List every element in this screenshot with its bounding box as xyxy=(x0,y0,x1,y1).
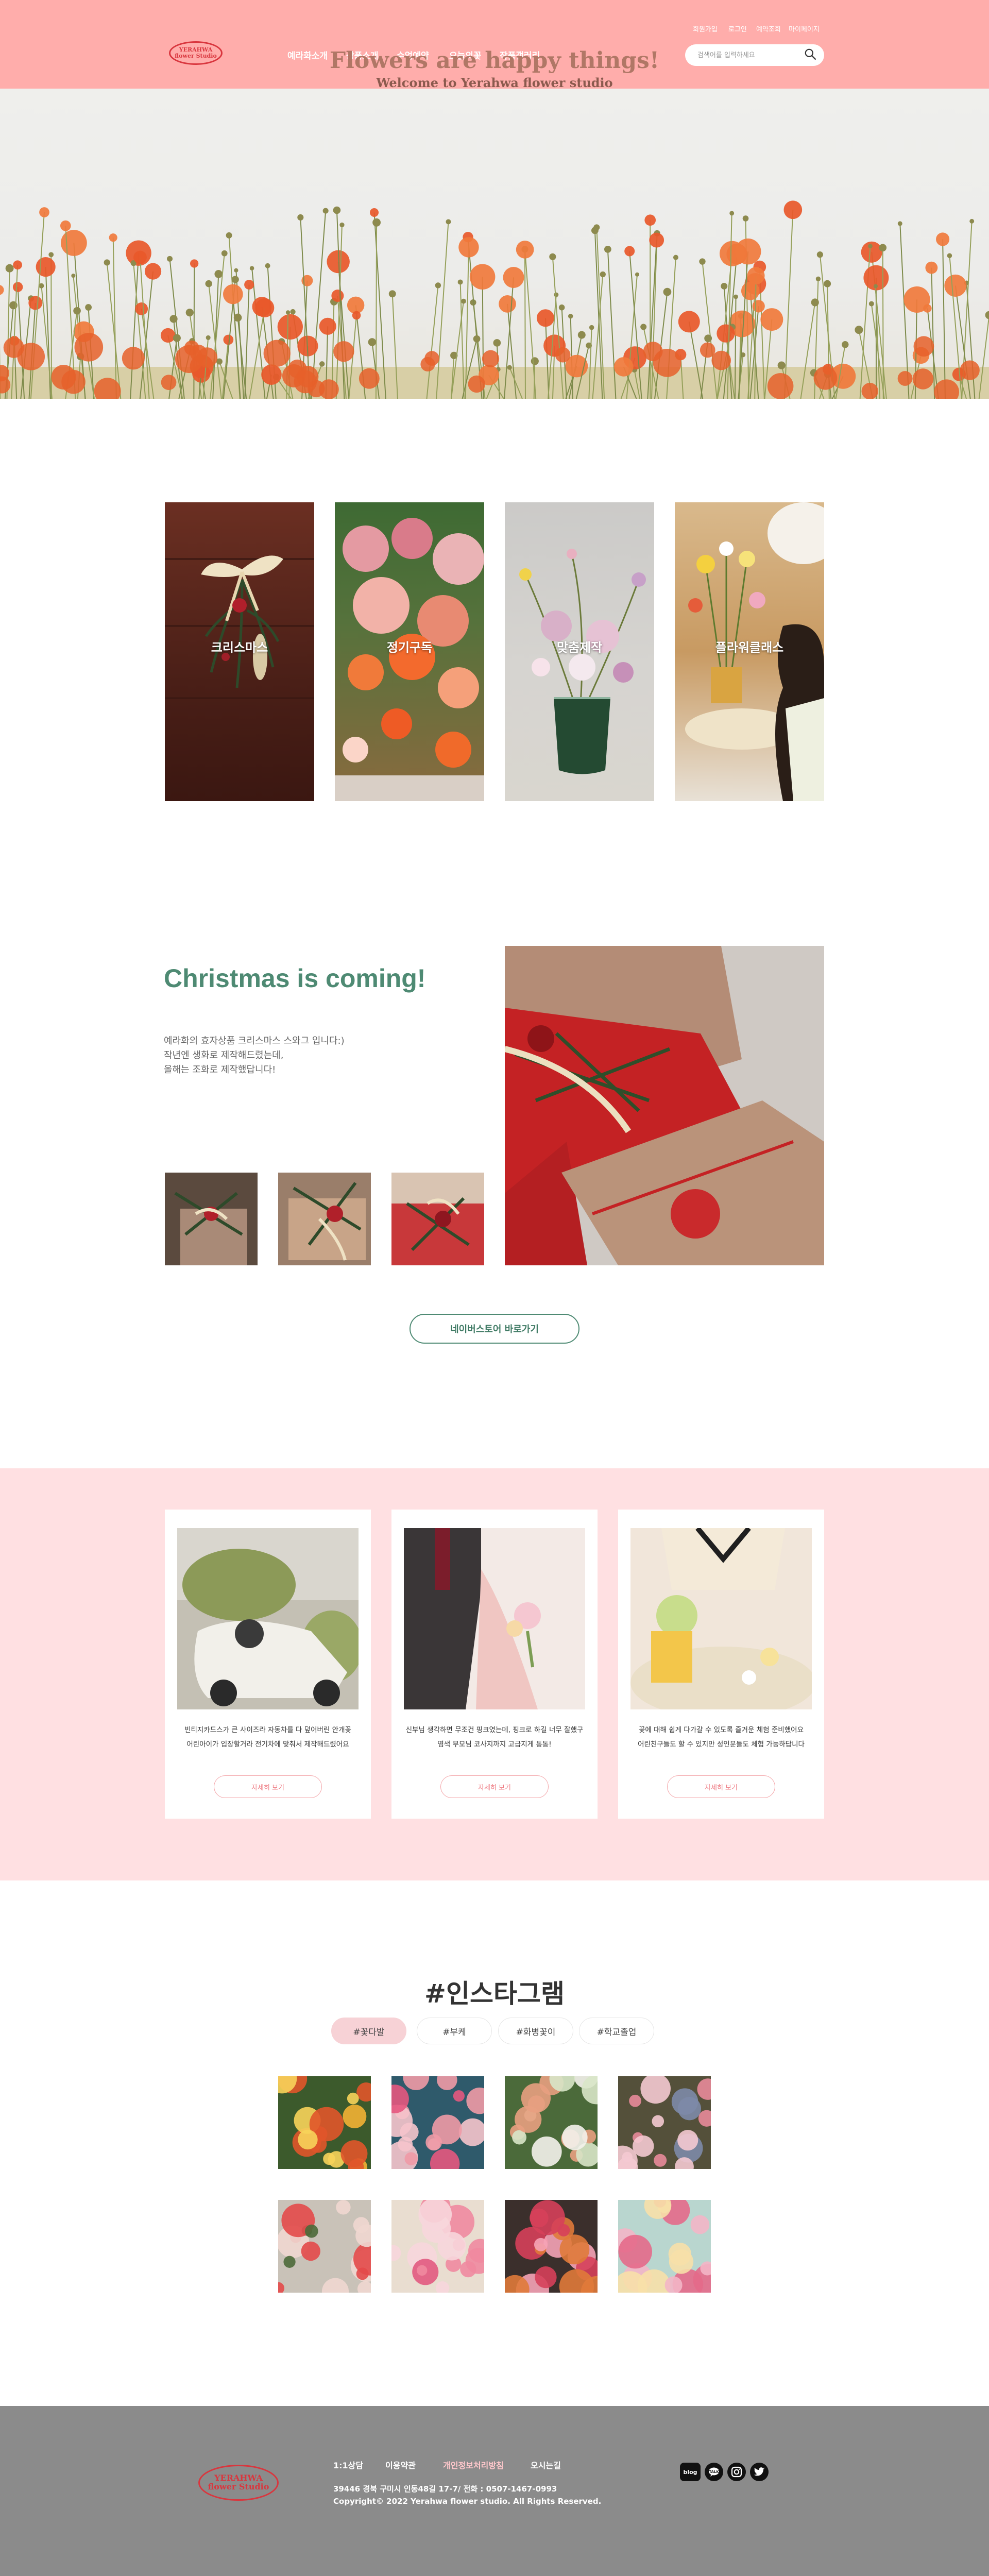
card-photo xyxy=(630,1528,812,1709)
detail-button[interactable]: 자세히 보기 xyxy=(214,1775,322,1798)
card-description-line: 빈티지카드스가 큰 사이즈라 자동차를 다 덮어버린 안개꽃 xyxy=(184,1726,351,1734)
footer-logo[interactable]: YERAHWA flower Studio xyxy=(198,2465,279,2501)
instagram-post[interactable] xyxy=(278,2076,371,2169)
card-photo xyxy=(404,1528,585,1709)
swag-gift-image xyxy=(391,1173,484,1251)
tag-bridal[interactable]: #부케 xyxy=(417,2018,492,2044)
instagram-post-image xyxy=(278,2200,371,2293)
category-flower-class[interactable]: 플라워클래스 xyxy=(675,502,824,801)
mypage-link[interactable]: 마이페이지 xyxy=(789,24,820,33)
login-link[interactable]: 로그인 xyxy=(728,24,747,33)
blog-icon[interactable]: blog xyxy=(680,2463,701,2481)
instagram-post[interactable] xyxy=(618,2200,711,2293)
instagram-post-image xyxy=(509,2076,598,2167)
footer-link-consult[interactable]: 1:1상담 xyxy=(333,2459,363,2471)
christmas-description-line: 예라화의 효자상품 크리스마스 스와그 입니다:) xyxy=(164,1036,345,1046)
tag-graduation[interactable]: #학교졸업 xyxy=(579,2018,654,2044)
poppy-field-image xyxy=(0,200,989,399)
review-card: 꽃에 대해 쉽게 다가갈 수 있도록 즐거운 체험 준비했어요 어린친구들도 할… xyxy=(618,1510,824,1819)
gift-box-image xyxy=(505,946,824,1265)
category-label: 맞춤제작 xyxy=(556,640,603,655)
instagram-post-image xyxy=(618,2076,711,2169)
instagram-post[interactable] xyxy=(391,2076,484,2169)
footer-link-terms[interactable]: 이용약관 xyxy=(385,2459,416,2471)
instagram-post[interactable] xyxy=(505,2200,598,2293)
instagram-title: #인스타그램 xyxy=(424,1979,565,2009)
naver-store-button[interactable]: 네이버스토어 바로가기 xyxy=(410,1314,579,1344)
instagram-post-image xyxy=(391,2076,484,2169)
reservation-check-link[interactable]: 예약조회 xyxy=(756,24,781,33)
swag-gift-image xyxy=(174,1192,247,1265)
tag-vase[interactable]: #화병꽃이 xyxy=(498,2018,573,2044)
tag-bouquet[interactable]: #꽃다발 xyxy=(331,2018,406,2044)
review-card: 빈티지카드스가 큰 사이즈라 자동차를 다 덮어버린 안개꽃 어린아이가 입장할… xyxy=(165,1510,371,1819)
blog-icon-text: blog xyxy=(683,2468,697,2476)
category-label: 플라워클래스 xyxy=(715,640,784,655)
card-description-line: 어린아이가 입장할거라 전기차에 맞춰서 제작해드렸어요 xyxy=(186,1740,349,1749)
hero-title: Flowers are happy things! xyxy=(329,47,660,74)
card-description: 신부님 생각하면 무조건 핑크였는데, 핑크로 하길 너무 잘했구 염색 부모님… xyxy=(397,1723,592,1752)
detail-button[interactable]: 자세히 보기 xyxy=(440,1775,549,1798)
card-description: 꽃에 대해 쉽게 다가갈 수 있도록 즐거운 체험 준비했어요 어린친구들도 할… xyxy=(623,1723,819,1752)
flower-car-image xyxy=(177,1528,359,1706)
flower-class-photo xyxy=(630,1528,812,1709)
category-label: 정기구독 xyxy=(386,640,433,655)
category-christmas[interactable]: 크리스마스 xyxy=(165,502,314,801)
instagram-post-image xyxy=(391,2200,484,2293)
christmas-thumbnail[interactable] xyxy=(391,1173,484,1265)
christmas-thumbnail[interactable] xyxy=(165,1173,258,1265)
card-description-line: 어린친구들도 할 수 있지만 성인분들도 체험 가능하답니다 xyxy=(638,1740,805,1749)
card-description: 빈티지카드스가 큰 사이즈라 자동차를 다 덮어버린 안개꽃 어린아이가 입장할… xyxy=(170,1723,366,1752)
instagram-post[interactable] xyxy=(278,2200,371,2293)
footer-copyright: Copyright© 2022 Yerahwa flower studio. A… xyxy=(333,2497,602,2506)
instagram-post-image xyxy=(505,2200,598,2293)
category-subscription[interactable]: 정기구독 xyxy=(335,502,484,801)
christmas-description-line: 올해는 조화로 제작했답니다! xyxy=(164,1064,276,1075)
twitter-icon[interactable] xyxy=(750,2463,769,2481)
christmas-title: Christmas is coming! xyxy=(164,964,426,993)
swag-gift-image xyxy=(288,1182,366,1261)
card-description-line: 염색 부모님 코사지까지 고급지게 통통! xyxy=(437,1740,552,1749)
christmas-main-photo xyxy=(505,946,824,1265)
card-photo xyxy=(177,1528,359,1709)
instagram-post[interactable] xyxy=(391,2200,484,2293)
instagram-post-image xyxy=(618,2200,711,2293)
card-description-line: 신부님 생각하면 무조건 핑크였는데, 핑크로 하길 너무 잘했구 xyxy=(405,1726,584,1734)
footer-link-directions[interactable]: 오시는길 xyxy=(531,2459,561,2471)
kakao-talk-icon[interactable]: TALK xyxy=(705,2463,723,2481)
category-custom[interactable]: 맞춤제작 xyxy=(505,502,654,801)
svg-text:TALK: TALK xyxy=(709,2470,719,2474)
detail-button[interactable]: 자세히 보기 xyxy=(667,1775,775,1798)
review-card: 신부님 생각하면 무조건 핑크였는데, 핑크로 하길 너무 잘했구 염색 부모님… xyxy=(391,1510,598,1819)
christmas-thumbnail[interactable] xyxy=(278,1173,371,1265)
card-description-line: 꽃에 대해 쉽게 다가갈 수 있도록 즐거운 체험 준비했어요 xyxy=(639,1726,804,1734)
hero-subtitle: Welcome to Yerahwa flower studio xyxy=(376,75,613,90)
wedding-couple-image xyxy=(404,1528,585,1709)
instagram-post-image xyxy=(278,2076,371,2169)
footer-logo-bottom: flower Studio xyxy=(208,2482,269,2492)
footer-link-privacy[interactable]: 개인정보처리방침 xyxy=(443,2459,504,2471)
instagram-post[interactable] xyxy=(618,2076,711,2169)
signup-link[interactable]: 회원가입 xyxy=(693,24,718,33)
christmas-description-line: 작년엔 생화로 제작해드렸는데, xyxy=(164,1050,284,1061)
instagram-icon[interactable] xyxy=(727,2463,746,2481)
instagram-post[interactable] xyxy=(505,2076,598,2169)
category-label: 크리스마스 xyxy=(211,640,268,655)
footer-address: 39446 경북 구미시 인동48길 17-7/ 전화 : 0507-1467-… xyxy=(333,2484,557,2494)
hero-banner xyxy=(0,89,989,399)
